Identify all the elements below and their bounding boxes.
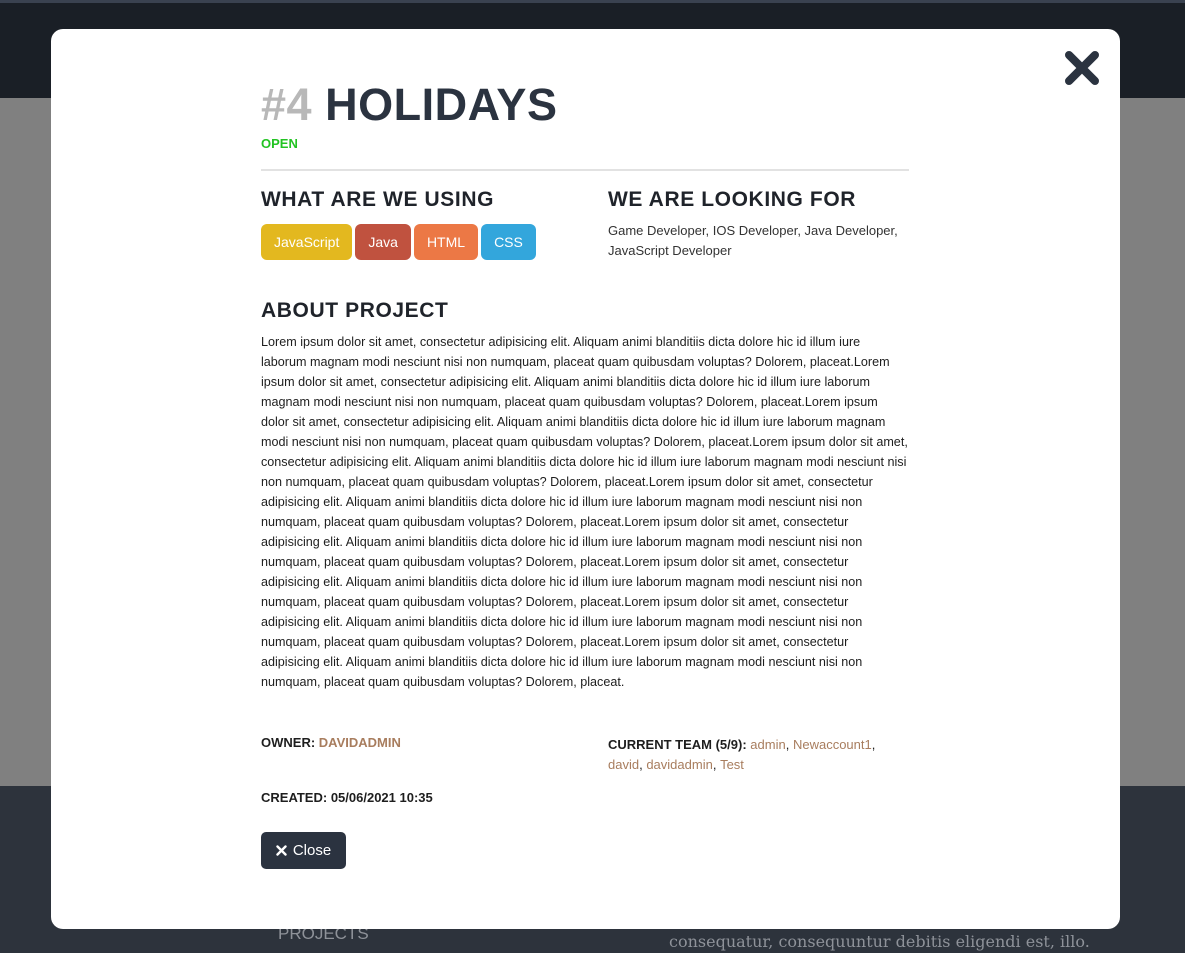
team-member-link[interactable]: Newaccount1: [793, 737, 872, 752]
project-modal: #4 HOLIDAYS OPEN WHAT ARE WE USING JavaS…: [51, 29, 1120, 929]
status-badge: OPEN: [261, 136, 298, 151]
team-member-link[interactable]: Test: [720, 757, 744, 772]
project-number: #4: [261, 79, 313, 130]
about-text: Lorem ipsum dolor sit amet, consectetur …: [261, 335, 908, 689]
tag-java[interactable]: Java: [355, 224, 411, 260]
divider: [261, 169, 909, 171]
tech-tags: JavaScript Java HTML CSS: [261, 224, 536, 260]
project-title: #4 HOLIDAYS: [261, 79, 557, 131]
project-name: HOLIDAYS: [325, 79, 558, 130]
team-member-link[interactable]: davidadmin: [646, 757, 713, 772]
about-heading: ABOUT PROJECT: [261, 299, 449, 322]
tag-javascript[interactable]: JavaScript: [261, 224, 353, 260]
team-member-link[interactable]: david: [608, 757, 639, 772]
owner-link[interactable]: DAVIDADMIN: [319, 735, 401, 750]
created-label: CREATED:: [261, 790, 328, 805]
owner-info: OWNER: DAVIDADMIN: [261, 735, 401, 750]
using-heading: WHAT ARE WE USING: [261, 188, 495, 211]
created-value: 05/06/2021 10:35: [330, 790, 433, 805]
close-button[interactable]: Close: [261, 832, 346, 869]
tag-css[interactable]: CSS: [481, 224, 536, 260]
team-info: CURRENT TEAM (5/9): admin, Newaccount1, …: [608, 737, 876, 772]
tag-html[interactable]: HTML: [413, 224, 479, 260]
team-member-link[interactable]: admin: [750, 737, 785, 752]
close-icon[interactable]: [1063, 49, 1101, 87]
owner-label: OWNER:: [261, 735, 316, 750]
looking-for-text: Game Developer, IOS Developer, Java Deve…: [608, 223, 898, 258]
created-info: CREATED: 05/06/2021 10:35: [261, 790, 433, 805]
close-button-label: Close: [292, 842, 332, 859]
close-icon: [276, 845, 287, 856]
team-label: CURRENT TEAM (5/9):: [608, 737, 747, 752]
footer-text: consequatur, consequuntur debitis eligen…: [669, 932, 1090, 951]
looking-heading: WE ARE LOOKING FOR: [608, 188, 857, 211]
